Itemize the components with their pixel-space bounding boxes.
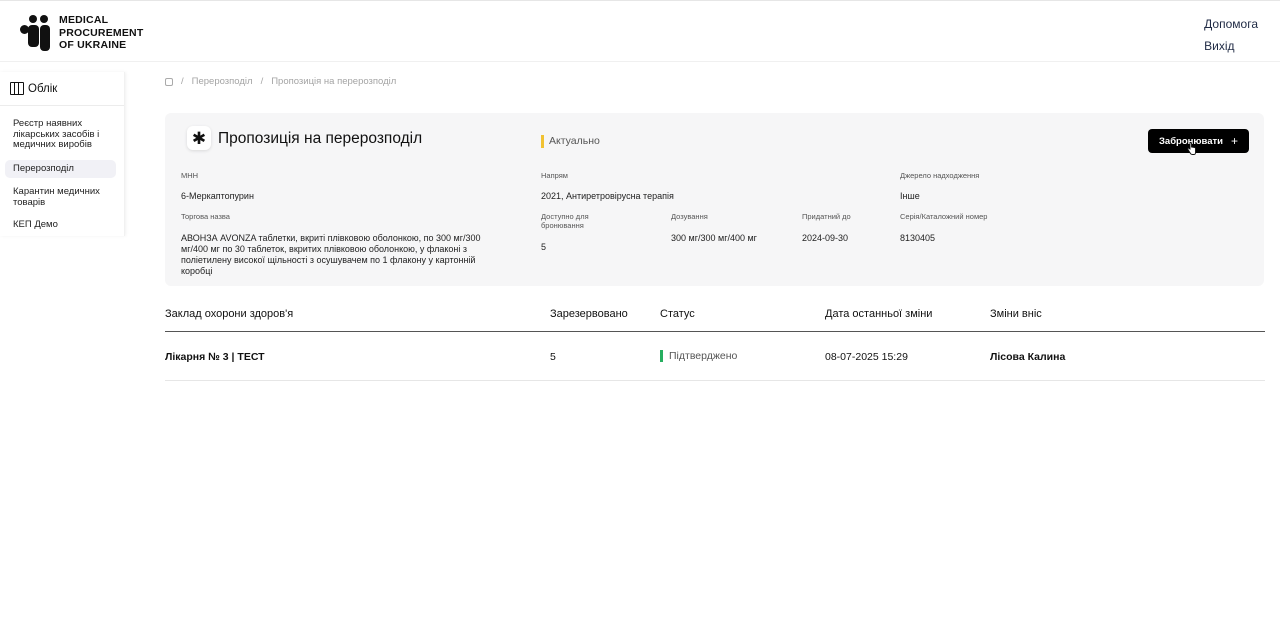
status-badge: Актуально <box>541 135 600 148</box>
asterisk-icon: ✱ <box>187 126 211 150</box>
direction-value: 2021, Антиретровірусна терапія <box>541 191 674 201</box>
column-header-facility[interactable]: Заклад охорони здоров'я <box>165 308 293 320</box>
help-link[interactable]: Допомога <box>1204 13 1258 35</box>
app-header: MEDICAL PROCUREMENT OF UKRAINE Допомога … <box>0 0 1280 62</box>
logout-link[interactable]: Вихід <box>1204 35 1258 57</box>
source-value: Інше <box>900 191 920 201</box>
sidebar-item-registry[interactable]: Реєстр наявних лікарських засобів і меди… <box>5 116 116 154</box>
breadcrumb-item-current: Пропозиція на перерозподіл <box>271 76 397 87</box>
source-label: Джерело надходження <box>900 171 980 180</box>
dosage-value: 300 мг/300 мг/400 мг <box>671 233 757 243</box>
sidebar-item-redistribution[interactable]: Перерозподіл <box>5 159 116 178</box>
column-header-author[interactable]: Зміни вніс <box>990 308 1042 320</box>
table-row[interactable]: Лікарня № 3 | ТЕСТ 5 Підтверджено 08-07-… <box>165 332 1265 381</box>
reserved-cell: 5 <box>550 351 556 363</box>
table-header: Заклад охорони здоров'я Зарезервовано Ст… <box>165 302 1265 332</box>
logo[interactable]: MEDICAL PROCUREMENT OF UKRAINE <box>18 14 143 52</box>
available-label: Доступно для бронювання <box>541 212 589 230</box>
ledger-icon <box>10 82 24 95</box>
date-cell: 08-07-2025 15:29 <box>825 351 908 363</box>
facility-cell: Лікарня № 3 | ТЕСТ <box>165 351 265 363</box>
sidebar: Облік Реєстр наявних лікарських засобів … <box>0 72 125 236</box>
column-header-status[interactable]: Статус <box>660 308 695 320</box>
book-button[interactable]: Забронювати + <box>1148 129 1249 153</box>
logo-text: MEDICAL PROCUREMENT OF UKRAINE <box>59 14 144 51</box>
sidebar-section-header[interactable]: Облік <box>0 72 124 106</box>
home-icon[interactable] <box>165 77 173 86</box>
dosage-label: Дозування <box>671 212 708 221</box>
sidebar-item-quarantine[interactable]: Карантин медичних товарів <box>5 184 116 211</box>
trade-name-label: Торгова назва <box>181 212 230 221</box>
proposal-card: ✱ Пропозиція на перерозподіл Актуально З… <box>165 113 1264 286</box>
sidebar-title: Облік <box>28 82 58 95</box>
plus-icon: + <box>1231 134 1239 148</box>
valid-until-label: Придатний до <box>802 212 851 221</box>
sidebar-item-kep-demo[interactable]: КЕП Демо <box>5 217 116 234</box>
mnn-value: 6-Меркаптопурин <box>181 191 254 201</box>
column-header-reserved[interactable]: Зарезервовано <box>550 308 628 320</box>
trade-name-value: АВОНЗА AVONZA таблетки, вкриті плівковою… <box>181 233 481 276</box>
breadcrumb-separator: / <box>181 76 184 87</box>
reservations-table: Заклад охорони здоров'я Зарезервовано Ст… <box>165 302 1265 381</box>
breadcrumb-separator: / <box>260 76 264 87</box>
hand-cursor-icon <box>1187 142 1196 155</box>
series-label: Серія/Каталожний номер <box>900 212 988 221</box>
available-value: 5 <box>541 242 547 252</box>
breadcrumb: / Перерозподіл / Пропозиція на перерозпо… <box>165 76 396 87</box>
series-value: 8130405 <box>900 233 936 243</box>
column-header-date[interactable]: Дата останньої зміни <box>825 308 932 320</box>
valid-until-value: 2024-09-30 <box>802 233 849 243</box>
breadcrumb-item-redistribution[interactable]: Перерозподіл <box>192 76 253 87</box>
author-cell: Лісова Калина <box>990 351 1066 363</box>
direction-label: Напрям <box>541 171 568 180</box>
status-badge: Підтверджено <box>660 350 737 362</box>
page-title: Пропозиція на перерозподіл <box>218 130 423 147</box>
logo-mark-icon <box>18 14 54 51</box>
mnn-label: МНН <box>181 171 199 180</box>
